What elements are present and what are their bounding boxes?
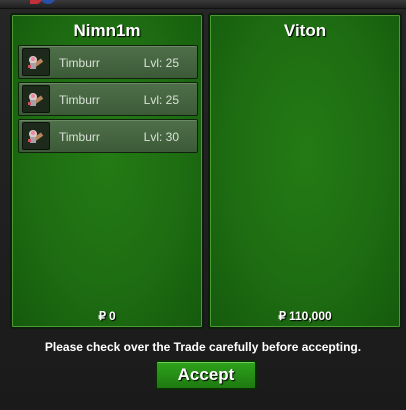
right-money-amount: 110,000 (288, 309, 332, 323)
pokedollar-icon: ₽ (278, 309, 286, 323)
accept-button[interactable]: Accept (155, 360, 257, 390)
timburr-icon (22, 85, 50, 113)
pokemon-slot[interactable]: Timburr Lvl: 25 (18, 82, 198, 116)
left-money: ₽0 (12, 309, 202, 323)
timburr-icon (22, 48, 50, 76)
pokemon-name: Timburr (59, 93, 100, 107)
pokemon-slot[interactable]: Timburr Lvl: 25 (18, 45, 198, 79)
right-money: ₽110,000 (210, 309, 400, 323)
timburr-icon (22, 122, 50, 150)
pokedollar-icon: ₽ (98, 309, 106, 323)
left-money-amount: 0 (108, 309, 116, 323)
pokemon-slot[interactable]: Timburr Lvl: 30 (18, 119, 198, 153)
pokemon-level: Lvl: 25 (143, 56, 179, 70)
pokemon-name: Timburr (59, 130, 100, 144)
pokemon-name: Timburr (59, 56, 100, 70)
right-trade-panel: Viton ₽110,000 (208, 13, 402, 329)
pokemon-level: Lvl: 30 (143, 130, 179, 144)
trade-window: Nimn1m Timburr Lvl: 25 Timburr Lvl: 25 T… (0, 0, 406, 410)
left-player-name: Nimn1m (73, 21, 141, 40)
left-pokemon-list: Timburr Lvl: 25 Timburr Lvl: 25 Timburr … (18, 45, 198, 156)
trade-notice: Please check over the Trade carefully be… (44, 340, 362, 354)
pokeball-emblem-icon (30, 0, 56, 10)
pokemon-level: Lvl: 25 (143, 93, 179, 107)
window-top-bar (0, 0, 406, 9)
left-trade-panel: Nimn1m Timburr Lvl: 25 Timburr Lvl: 25 T… (10, 13, 204, 329)
right-player-name: Viton (283, 21, 327, 40)
